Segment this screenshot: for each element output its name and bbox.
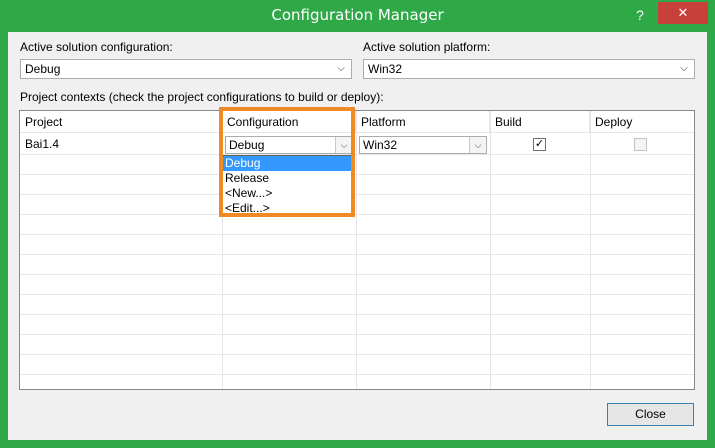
row-divider: [20, 314, 694, 315]
row-divider: [20, 294, 694, 295]
close-window-button[interactable]: ✕: [658, 2, 708, 24]
row-platform-dropdown[interactable]: Win32 ⌵: [359, 136, 487, 154]
column-header-platform[interactable]: Platform: [356, 111, 490, 133]
column-header-build[interactable]: Build: [490, 111, 590, 133]
dialog-body: Active solution configuration: Debug ⌵ A…: [8, 32, 707, 440]
project-contexts-label: Project contexts (check the project conf…: [20, 90, 384, 104]
row-divider: [20, 354, 694, 355]
row-divider: [20, 154, 694, 155]
close-button[interactable]: Close: [607, 403, 694, 426]
highlight-annotation: [219, 107, 355, 217]
column-divider: [356, 111, 357, 389]
window-title: Configuration Manager: [271, 6, 444, 24]
row-divider: [20, 274, 694, 275]
row-divider: [20, 334, 694, 335]
active-platform-label: Active solution platform:: [363, 40, 491, 54]
chevron-down-icon: ⌵: [337, 63, 345, 74]
deploy-checkbox: [634, 138, 647, 151]
row-divider: [20, 214, 694, 215]
help-icon[interactable]: ?: [630, 5, 650, 25]
title-bar: Configuration Manager ? ✕: [0, 0, 715, 32]
column-divider: [490, 111, 491, 389]
row-divider: [20, 374, 694, 375]
active-platform-value: Win32: [368, 62, 403, 76]
column-divider: [590, 111, 591, 389]
chevron-down-icon[interactable]: ⌵: [469, 137, 486, 153]
row-platform-value: Win32: [363, 138, 398, 152]
project-contexts-grid: Project Configuration Platform Build Dep…: [19, 110, 695, 390]
active-config-label: Active solution configuration:: [20, 40, 173, 54]
active-config-value: Debug: [25, 62, 61, 76]
active-config-dropdown[interactable]: Debug ⌵: [20, 59, 352, 79]
row-divider: [20, 234, 694, 235]
row-divider: [20, 194, 694, 195]
column-header-deploy[interactable]: Deploy: [590, 111, 694, 133]
chevron-down-icon: ⌵: [680, 63, 688, 74]
row-divider: [20, 254, 694, 255]
active-platform-dropdown[interactable]: Win32 ⌵: [363, 59, 695, 79]
project-name-cell[interactable]: Bai1.4: [25, 134, 59, 154]
column-header-project[interactable]: Project: [20, 111, 222, 133]
row-divider: [20, 174, 694, 175]
build-checkbox[interactable]: ✓: [533, 138, 546, 151]
